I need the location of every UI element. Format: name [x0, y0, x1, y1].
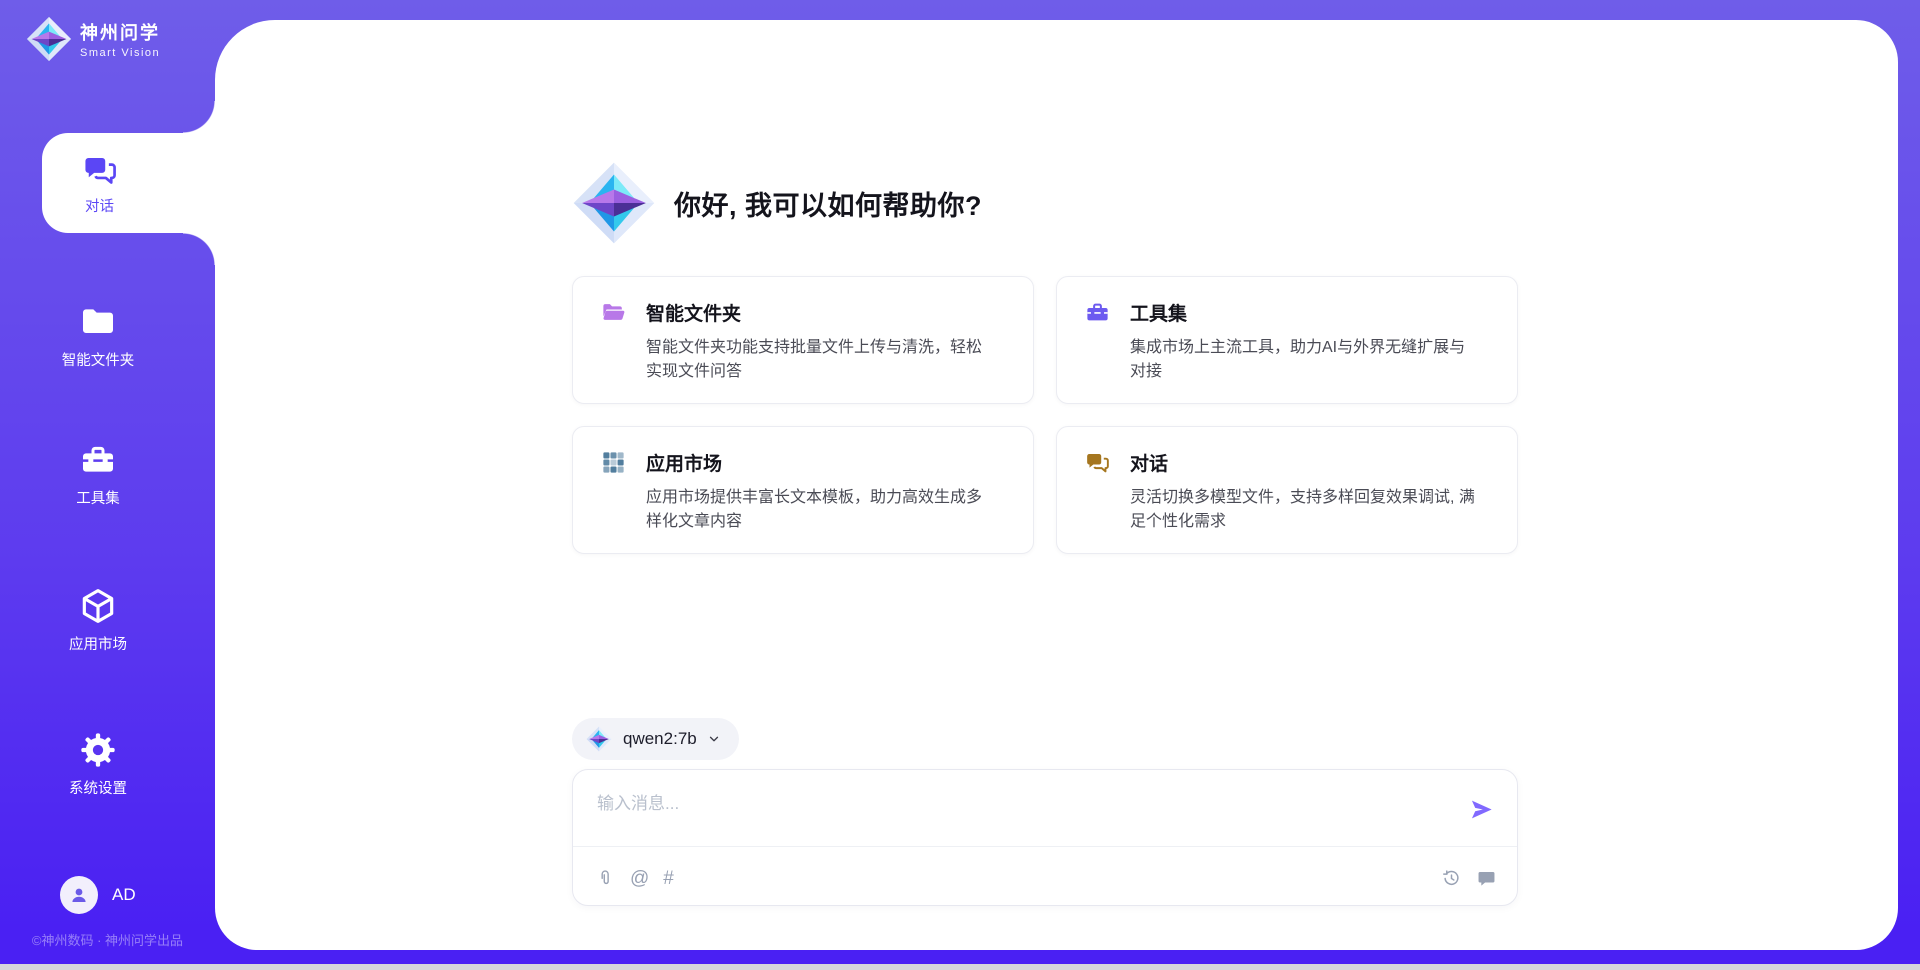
card-chat[interactable]: 对话 灵活切换多模型文件，支持多样回复效果调试, 满足个性化需求 — [1056, 426, 1518, 554]
brand-gem-icon — [26, 16, 72, 62]
folder-open-icon — [600, 299, 627, 326]
brand-name: 神州问学 — [80, 19, 160, 45]
card-description: 智能文件夹功能支持批量文件上传与清洗，轻松实现文件问答 — [646, 336, 1005, 384]
sidebar-item-label: 系统设置 — [69, 777, 127, 798]
card-app-market[interactable]: 应用市场 应用市场提供丰富长文本模板，助力高效生成多样化文章内容 — [572, 426, 1034, 554]
card-title: 对话 — [1130, 449, 1168, 476]
greeting: 你好, 我可以如何帮助你? — [572, 161, 982, 245]
card-description: 灵活切换多模型文件，支持多样回复效果调试, 满足个性化需求 — [1130, 486, 1489, 534]
sidebar-item-label: 应用市场 — [69, 633, 127, 654]
message-composer: @ # — [572, 769, 1518, 906]
avatar — [60, 876, 98, 914]
greeting-title: 你好, 我可以如何帮助你? — [674, 184, 982, 223]
card-toolset[interactable]: 工具集 集成市场上主流工具，助力AI与外界无缝扩展与对接 — [1056, 276, 1518, 404]
folder-icon — [78, 302, 118, 342]
mention-icon[interactable]: @ — [630, 868, 649, 889]
sidebar-item-label: 工具集 — [76, 487, 120, 508]
active-tab-curve-bottom — [183, 233, 215, 265]
model-selector[interactable]: qwen2:7b — [572, 718, 739, 760]
sidebar-item-chat[interactable]: 对话 — [42, 133, 215, 233]
hashtag-icon[interactable]: # — [663, 868, 674, 889]
main-panel: 你好, 我可以如何帮助你? 智能文件夹 智能文件夹功能支持批量文件上传与清洗，轻… — [215, 20, 1898, 950]
chat-bubbles-icon — [1084, 449, 1111, 476]
toolbox-icon — [78, 440, 118, 480]
sidebar-footer-text: ©神州数码 · 神州问学出品 — [0, 930, 215, 949]
card-title: 智能文件夹 — [646, 299, 741, 326]
sidebar-item-toolset[interactable]: 工具集 — [0, 440, 196, 508]
send-icon[interactable] — [1468, 796, 1495, 823]
model-gem-icon — [586, 726, 612, 752]
chevron-down-icon — [707, 732, 721, 746]
sidebar: 神州问学 Smart Vision 对话 智能文件夹 工具集 — [0, 0, 215, 964]
card-title: 应用市场 — [646, 449, 722, 476]
person-icon — [67, 883, 91, 907]
sidebar-item-label: 对话 — [85, 195, 114, 216]
model-name: qwen2:7b — [623, 729, 697, 749]
gear-icon — [78, 730, 118, 770]
history-icon[interactable] — [1441, 868, 1462, 889]
greeting-gem-icon — [572, 161, 656, 245]
chat-bubbles-icon — [81, 151, 119, 189]
card-title: 工具集 — [1130, 299, 1187, 326]
grid-icon — [600, 449, 627, 476]
brand-logo: 神州问学 Smart Vision — [26, 16, 160, 62]
brand-subtitle: Smart Vision — [80, 47, 160, 59]
toolbox-icon — [1084, 299, 1111, 326]
card-description: 集成市场上主流工具，助力AI与外界无缝扩展与对接 — [1130, 336, 1489, 384]
cube-icon — [78, 586, 118, 626]
sidebar-item-settings[interactable]: 系统设置 — [0, 730, 196, 798]
card-description: 应用市场提供丰富长文本模板，助力高效生成多样化文章内容 — [646, 486, 1005, 534]
bottom-edge-strip — [0, 964, 1920, 970]
composer-divider — [573, 846, 1517, 847]
card-smart-folder[interactable]: 智能文件夹 智能文件夹功能支持批量文件上传与清洗，轻松实现文件问答 — [572, 276, 1034, 404]
feedback-bubble-icon[interactable] — [1476, 868, 1497, 889]
active-tab-curve-top — [183, 101, 215, 133]
user-profile[interactable]: AD — [60, 876, 136, 914]
feature-cards: 智能文件夹 智能文件夹功能支持批量文件上传与清洗，轻松实现文件问答 工具集 集成… — [572, 276, 1518, 554]
sidebar-item-smart-folder[interactable]: 智能文件夹 — [0, 302, 196, 370]
sidebar-item-label: 智能文件夹 — [62, 349, 135, 370]
sidebar-item-app-market[interactable]: 应用市场 — [0, 586, 196, 654]
user-name: AD — [112, 885, 136, 905]
message-input[interactable] — [597, 784, 1457, 824]
attachment-icon[interactable] — [595, 868, 616, 889]
